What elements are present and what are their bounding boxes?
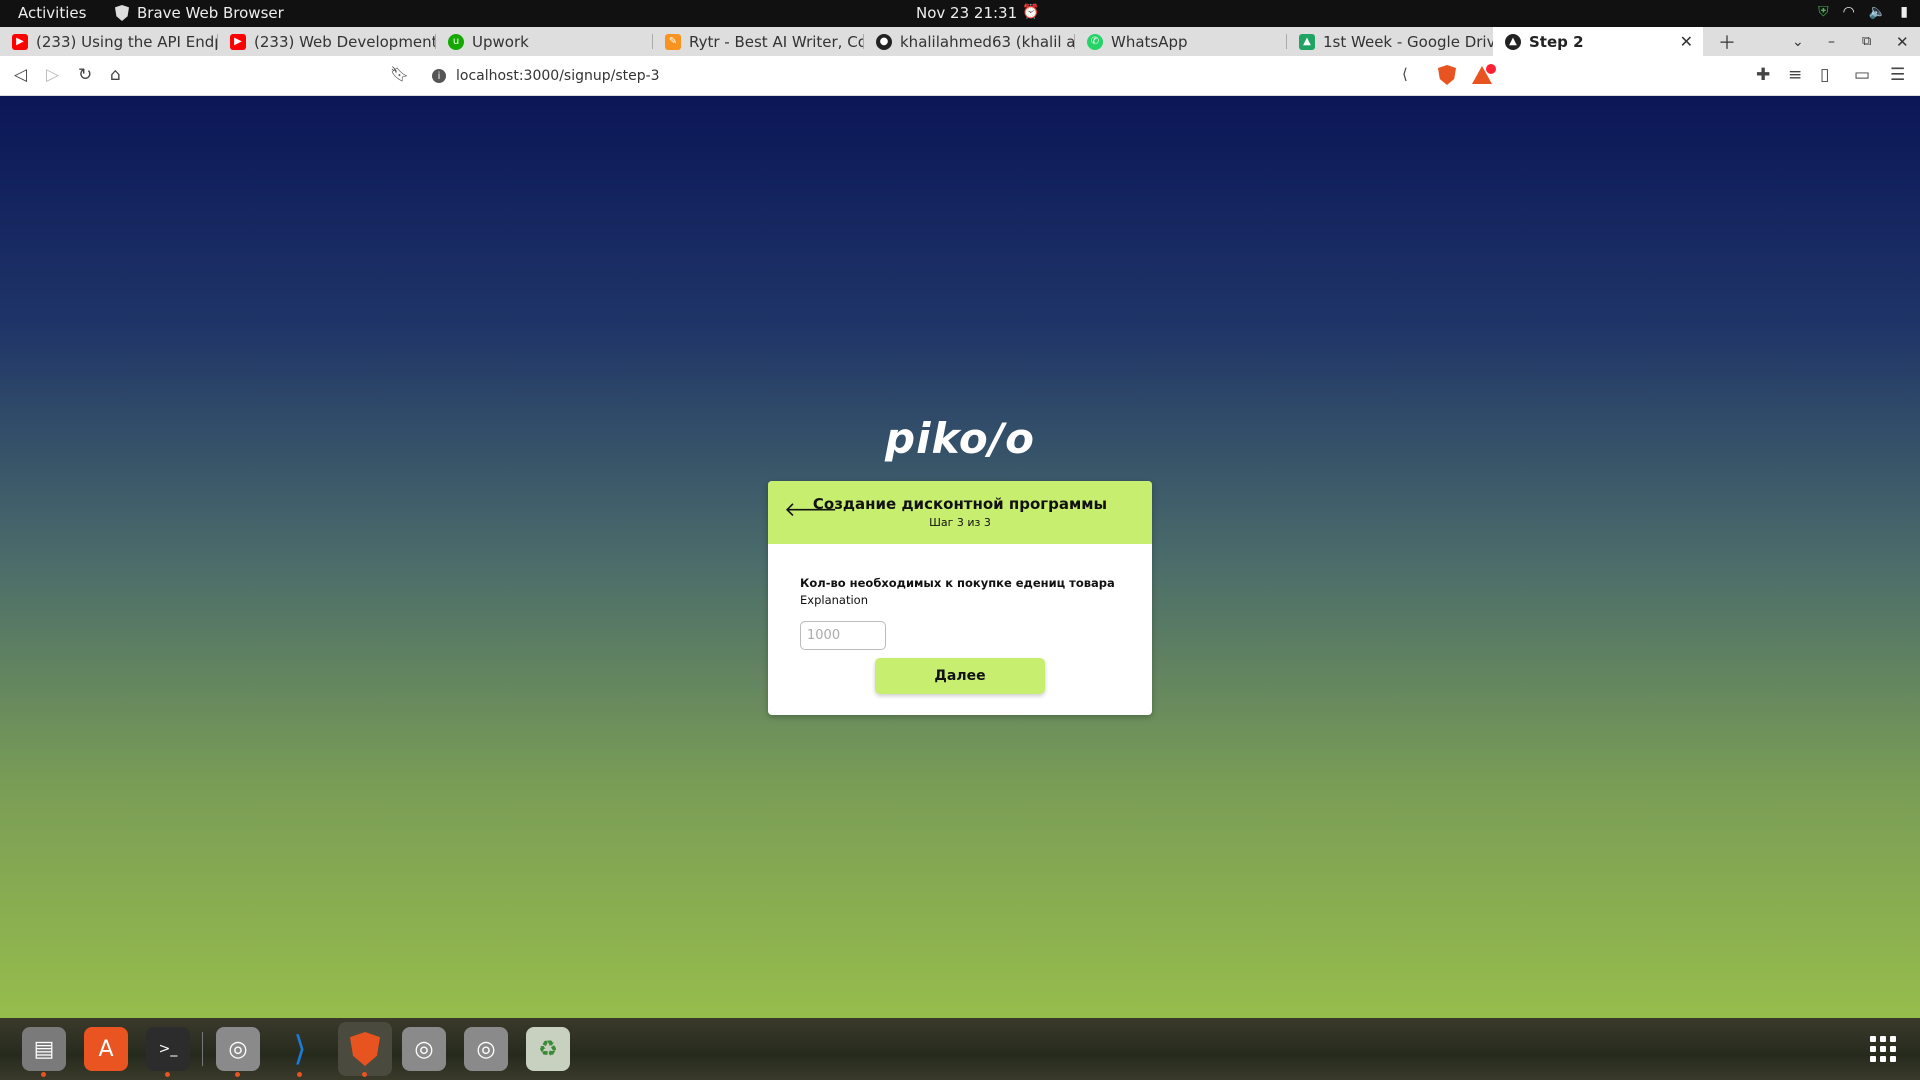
files-icon[interactable]: ▤ bbox=[22, 1027, 66, 1077]
tab-label: Upwork bbox=[472, 32, 529, 51]
tab-step-2[interactable]: ▲ Step 2 ✕ bbox=[1493, 27, 1703, 56]
next-button[interactable]: Далее bbox=[875, 658, 1045, 694]
whatsapp-icon: ✆ bbox=[1087, 33, 1103, 50]
app-icon: ▲ bbox=[1505, 33, 1521, 50]
site-info-icon[interactable]: i bbox=[432, 69, 446, 83]
tab-label: Step 2 bbox=[1529, 32, 1584, 51]
upwork-icon: u bbox=[448, 33, 464, 50]
app-menu[interactable]: Brave Web Browser bbox=[115, 4, 284, 22]
field-explanation: Explanation bbox=[800, 593, 868, 607]
disc-icon[interactable]: ◎ bbox=[402, 1027, 446, 1071]
youtube-icon: ▶ bbox=[12, 33, 28, 50]
dock-separator bbox=[202, 1032, 203, 1066]
menu-icon[interactable]: ☰ bbox=[1890, 65, 1905, 85]
restore-icon[interactable]: ⧉ bbox=[1862, 27, 1871, 56]
tab-rytr[interactable]: ✎ Rytr - Best AI Writer, Cont bbox=[653, 27, 864, 56]
wifi-icon: ◠ bbox=[1842, 4, 1855, 20]
card-body: Кол-во необходимых к покупке едениц това… bbox=[768, 544, 1152, 694]
tab-google-drive[interactable]: ▲ 1st Week - Google Drive bbox=[1287, 27, 1493, 56]
piko-logo: piko/o bbox=[885, 414, 1035, 463]
page-viewport: piko/o 🡐 Создание дисконтной программы Ш… bbox=[0, 96, 1920, 1018]
home-icon[interactable]: ⌂ bbox=[110, 65, 121, 85]
alarm-icon: ⏰ bbox=[1022, 4, 1040, 20]
back-icon[interactable]: ◁ bbox=[14, 65, 27, 85]
extensions-icon[interactable]: ✚ bbox=[1756, 65, 1770, 85]
terminal-icon[interactable]: >_ bbox=[146, 1027, 190, 1077]
volume-icon: 🔈 bbox=[1868, 4, 1887, 20]
system-tray[interactable]: ⛨ ◠ 🔈 ▮ bbox=[1818, 4, 1908, 20]
clock[interactable]: Nov 23 21:31 bbox=[916, 4, 1017, 22]
brave-rewards-icon[interactable] bbox=[1472, 64, 1496, 84]
close-window-icon[interactable]: ✕ bbox=[1896, 27, 1909, 56]
close-tab-icon[interactable]: ✕ bbox=[1680, 32, 1693, 51]
signup-card: 🡐 Создание дисконтной программы Шаг 3 из… bbox=[768, 481, 1152, 715]
forward-icon[interactable]: ▷ bbox=[46, 65, 59, 85]
field-label: Кол-во необходимых к покупке едениц това… bbox=[800, 576, 1115, 590]
browser-toolbar: ◁ ▷ ↻ ⌂ 🔖︎ i localhost:3000/signup/step-… bbox=[0, 56, 1920, 96]
minimize-icon[interactable]: – bbox=[1828, 27, 1835, 56]
disc-icon[interactable]: ◎ bbox=[464, 1027, 508, 1071]
url-text: localhost:3000/signup/step-3 bbox=[456, 68, 660, 84]
brave-shields-icon[interactable] bbox=[1438, 65, 1456, 85]
tab-whatsapp[interactable]: ✆ WhatsApp bbox=[1075, 27, 1287, 56]
back-arrow-icon[interactable]: 🡐 bbox=[784, 497, 838, 521]
tab-search-chevron-icon[interactable]: ⌄ bbox=[1792, 27, 1804, 56]
battery-icon: ▮ bbox=[1900, 4, 1908, 20]
dock: ▤ A >_ ◎ ⟩ ◎ ◎ ♻ bbox=[0, 1018, 1920, 1080]
tab-label: Rytr - Best AI Writer, Cont bbox=[689, 32, 864, 51]
card-header: 🡐 Создание дисконтной программы Шаг 3 из… bbox=[768, 481, 1152, 544]
tab-strip: ▶ (233) Using the API Endpo ▶ (233) Web … bbox=[0, 27, 1920, 56]
tab-github[interactable]: ● khalilahmed63 (khalil ahm bbox=[864, 27, 1075, 56]
reading-list-icon[interactable]: ≡ bbox=[1788, 65, 1802, 85]
address-bar[interactable]: i localhost:3000/signup/step-3 bbox=[420, 62, 1422, 90]
quantity-input[interactable] bbox=[800, 621, 886, 650]
activities-button[interactable]: Activities bbox=[18, 4, 86, 22]
reload-icon[interactable]: ↻ bbox=[78, 65, 92, 85]
brave-icon[interactable] bbox=[338, 1022, 392, 1077]
brave-icon bbox=[115, 5, 129, 21]
rytr-icon: ✎ bbox=[665, 33, 681, 50]
share-icon[interactable]: ⟨ bbox=[1402, 65, 1408, 83]
trash-icon[interactable]: ♻ bbox=[526, 1027, 570, 1071]
github-icon: ● bbox=[876, 33, 892, 50]
tab-youtube-webdev[interactable]: ▶ (233) Web Development T bbox=[218, 27, 436, 56]
tab-youtube-api[interactable]: ▶ (233) Using the API Endpo bbox=[0, 27, 218, 56]
tab-upwork[interactable]: u Upwork bbox=[436, 27, 653, 56]
system-top-bar: Activities Brave Web Browser Nov 23 21:3… bbox=[0, 0, 1920, 27]
app-center-icon[interactable]: A bbox=[84, 1027, 128, 1071]
vscode-icon[interactable]: ⟩ bbox=[278, 1027, 322, 1077]
tab-label: (233) Using the API Endpo bbox=[36, 32, 218, 51]
new-tab-icon[interactable]: ＋ bbox=[1718, 27, 1736, 56]
tab-label: 1st Week - Google Drive bbox=[1323, 32, 1493, 51]
youtube-icon: ▶ bbox=[230, 33, 246, 50]
sidebar-icon[interactable]: ▯ bbox=[1820, 65, 1829, 85]
wallet-icon[interactable]: ▭ bbox=[1854, 65, 1870, 85]
shield-icon: ⛨ bbox=[1818, 4, 1829, 20]
tab-label: WhatsApp bbox=[1111, 32, 1188, 51]
disc-icon[interactable]: ◎ bbox=[216, 1027, 260, 1077]
bookmark-icon[interactable]: 🔖︎ bbox=[390, 65, 409, 83]
tab-label: khalilahmed63 (khalil ahm bbox=[900, 32, 1075, 51]
show-apps-icon[interactable] bbox=[1870, 1036, 1896, 1062]
tab-label: (233) Web Development T bbox=[254, 32, 436, 51]
app-name: Brave Web Browser bbox=[137, 4, 284, 22]
google-drive-icon: ▲ bbox=[1299, 33, 1315, 50]
